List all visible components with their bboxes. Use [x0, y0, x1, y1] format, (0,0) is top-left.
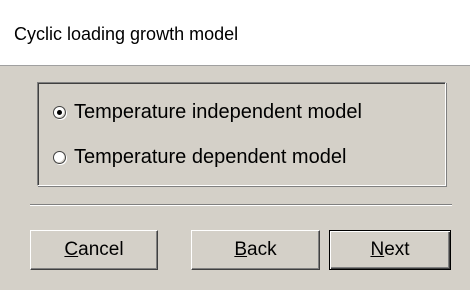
radio-button-unchecked[interactable]: [53, 150, 66, 164]
radio-temperature-dependent[interactable]: Temperature dependent model: [53, 143, 346, 171]
next-accelerator: N: [370, 239, 385, 260]
radio-temperature-independent[interactable]: Temperature independent model: [53, 98, 362, 126]
radio-label[interactable]: Temperature dependent model: [74, 146, 346, 169]
cancel-accelerator: C: [64, 239, 79, 260]
dialog-window: Cyclic loading growth model Temperature …: [0, 0, 470, 290]
radio-label[interactable]: Temperature independent model: [74, 101, 362, 124]
cancel-label-rest: ancel: [78, 239, 124, 260]
separator-line: [30, 204, 452, 206]
cancel-button[interactable]: Cancel: [30, 230, 158, 270]
header-panel: Cyclic loading growth model: [0, 0, 470, 66]
next-label-rest: ext: [384, 239, 410, 260]
back-label-rest: ack: [247, 239, 277, 260]
radio-button-checked[interactable]: [53, 105, 66, 119]
next-button[interactable]: Next: [329, 230, 451, 270]
dialog-title: Cyclic loading growth model: [14, 24, 239, 44]
back-button[interactable]: Back: [191, 230, 320, 270]
model-options-group: Temperature independent model Temperatur…: [37, 82, 446, 186]
back-accelerator: B: [234, 239, 248, 260]
